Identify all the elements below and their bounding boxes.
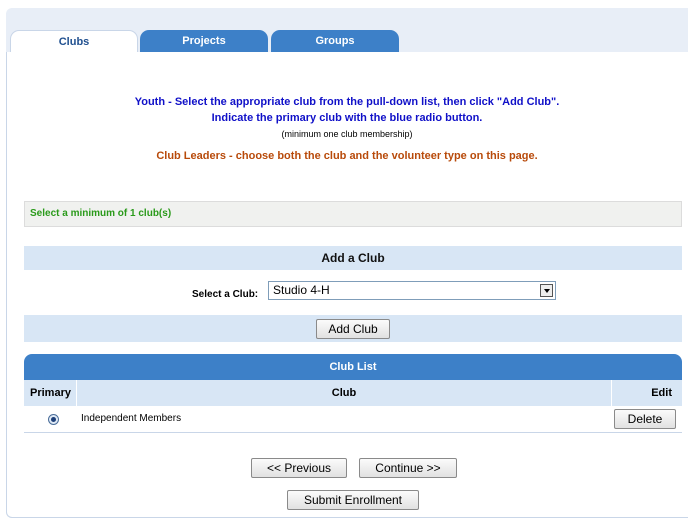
continue-button[interactable]: Continue >>: [359, 458, 457, 478]
edit-column-header: Edit: [612, 380, 682, 406]
primary-club-radio[interactable]: [48, 414, 59, 425]
add-club-button[interactable]: Add Club: [316, 319, 390, 339]
table-row: Independent Members Delete: [24, 406, 682, 433]
youth-instruction-line1: Youth - Select the appropriate club from…: [134, 96, 560, 108]
delete-club-button[interactable]: Delete: [614, 409, 676, 429]
submit-enrollment-button[interactable]: Submit Enrollment: [287, 490, 419, 510]
add-club-title: Add a Club: [321, 251, 385, 265]
primary-column-header: Primary: [24, 380, 76, 406]
previous-button[interactable]: << Previous: [251, 458, 347, 478]
minimum-membership-note: (minimum one club membership): [281, 129, 413, 139]
club-column-header: Club: [77, 380, 611, 406]
minimum-clubs-notice: Select a minimum of 1 club(s): [24, 201, 682, 227]
add-club-header: Add a Club: [24, 246, 682, 270]
chevron-down-icon[interactable]: [540, 284, 553, 297]
select-club-label: Select a Club:: [192, 289, 259, 300]
tab-clubs[interactable]: Clubs: [10, 30, 138, 53]
club-select-value: Studio 4-H: [273, 283, 330, 297]
tab-projects[interactable]: Projects: [140, 30, 268, 53]
club-leaders-instruction: Club Leaders - choose both the club and …: [156, 150, 538, 162]
tab-groups[interactable]: Groups: [271, 30, 399, 53]
club-list-header: Club List: [24, 354, 682, 380]
club-select[interactable]: Studio 4-H: [268, 281, 556, 300]
youth-instruction-line2: Indicate the primary club with the blue …: [211, 112, 483, 124]
club-name: Independent Members: [81, 413, 182, 424]
